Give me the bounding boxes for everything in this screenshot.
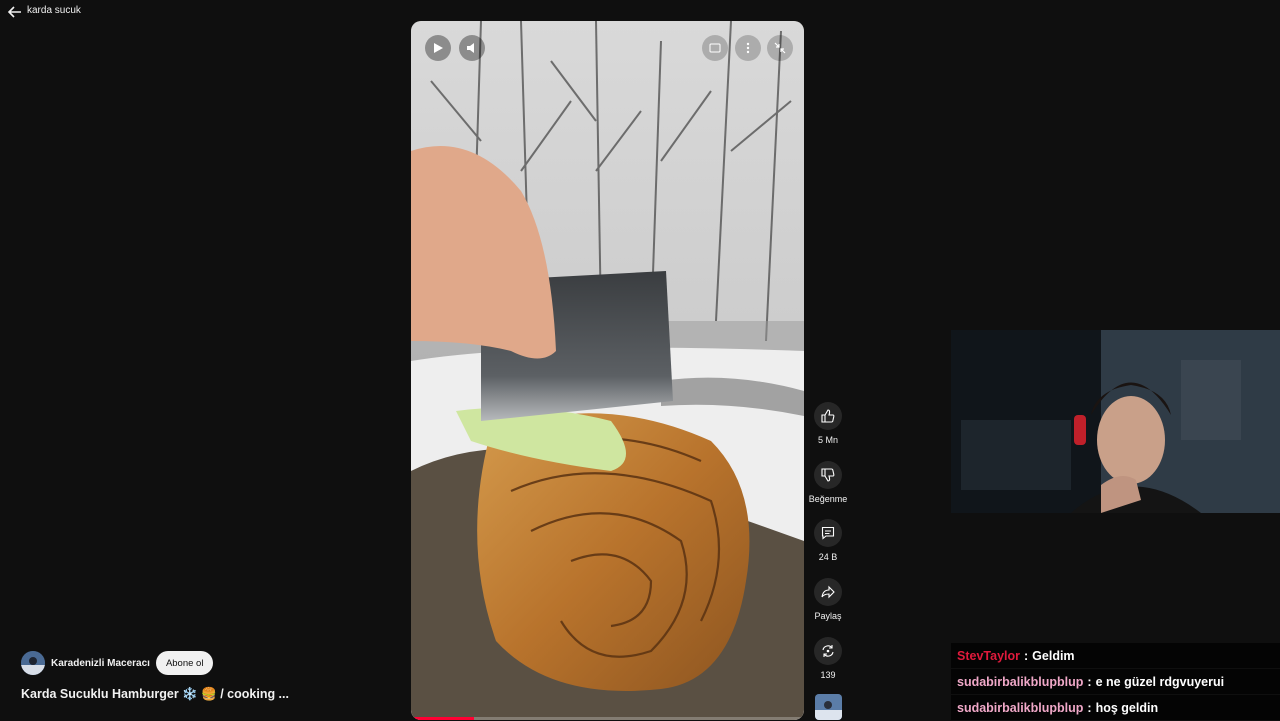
webcam-feed [951,330,1280,513]
chat-username: StevTaylor [957,648,1020,663]
remix-count: 139 [820,670,836,680]
comment-count: 24 B [818,552,838,562]
top-bar: karda sucuk [0,0,400,24]
remix-icon [822,645,834,657]
chat-separator: : [1087,700,1092,715]
play-button[interactable] [425,35,451,61]
thumbs-up-icon [821,409,835,423]
chat-username: sudabirbalikblupblup [957,674,1084,689]
dislike-button[interactable] [814,461,842,489]
like-action: 5 Mn [808,402,848,445]
chat-text: Geldim [1032,648,1075,663]
share-label: Paylaş [814,611,842,621]
remix-button[interactable] [814,637,842,665]
comment-icon [821,526,835,540]
collapse-icon [774,42,786,54]
share-action: Paylaş [808,578,848,621]
avatar-image [21,651,45,675]
more-vert-icon [746,42,750,54]
like-count: 5 Mn [817,435,838,445]
more-options-button[interactable] [735,35,761,61]
dislike-action: Beğenme [808,461,848,504]
chat-text: hoş geldin [1095,700,1159,715]
chat-message: sudabirbalikblupblup : hoş geldin [951,695,1280,720]
webcam-overlay [951,330,1280,513]
subscribe-button[interactable]: Abone ol [155,651,214,675]
sound-thumbnail[interactable] [815,694,842,720]
channel-row: Karadenizli Maceracı Abone ol [21,650,214,676]
chat-message: StevTaylor : Geldim [951,643,1280,668]
channel-name[interactable]: Karadenizli Maceracı [51,658,150,669]
sound-thumbnail-image [815,694,842,720]
chat-separator: : [1024,648,1029,663]
captions-icon [709,43,721,53]
volume-icon [467,43,474,53]
back-arrow-icon[interactable] [7,4,23,20]
thumbs-down-icon [821,468,835,482]
chat-message: sudabirbalikblupblup : e ne güzel rdgvuy… [951,669,1280,694]
chat-separator: : [1087,674,1092,689]
captions-button[interactable] [702,35,728,61]
remix-action: 139 [808,637,848,680]
chat-username: sudabirbalikblupblup [957,700,1084,715]
play-icon [434,43,443,53]
comments-button[interactable] [814,519,842,547]
video-frame [411,21,804,720]
share-button[interactable] [814,578,842,606]
like-button[interactable] [814,402,842,430]
short-title[interactable]: Karda Sucuklu Hamburger ❄️ 🍔 / cooking .… [21,687,289,702]
channel-avatar[interactable] [21,651,45,675]
share-icon [821,585,835,599]
search-query[interactable]: karda sucuk [27,5,81,16]
chat-overlay: StevTaylor : Geldim sudabirbalikblupblup… [951,643,1280,721]
chat-text: e ne güzel rdgvuyerui [1095,674,1225,689]
collapse-button[interactable] [767,35,793,61]
shorts-video-player[interactable] [411,21,804,720]
comment-action: 24 B [808,519,848,562]
mute-button[interactable] [459,35,485,61]
dislike-label: Beğenme [808,494,848,504]
